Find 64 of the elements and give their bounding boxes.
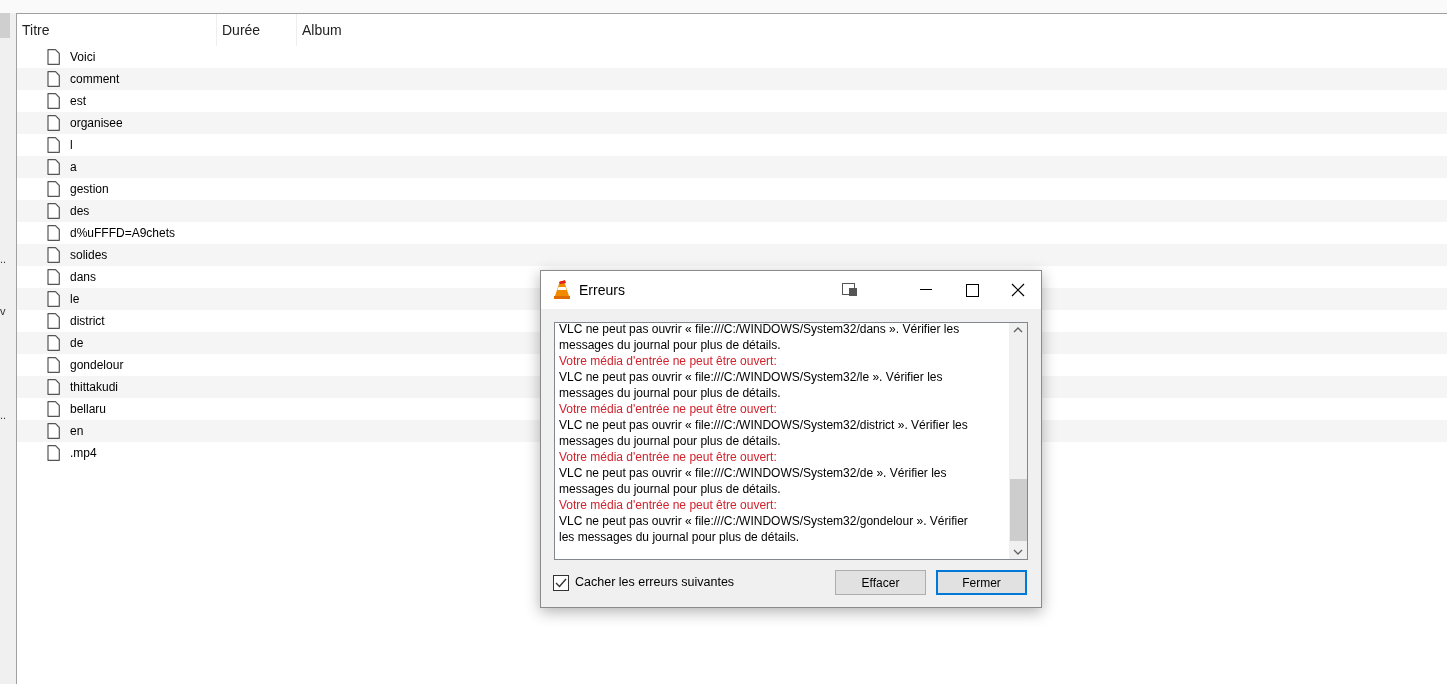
file-icon xyxy=(47,137,60,153)
file-icon xyxy=(47,423,60,439)
sidebar-label: .. xyxy=(0,253,7,265)
error-heading: Votre média d'entrée ne peut être ouvert: xyxy=(559,353,778,369)
track-title[interactable]: gestion xyxy=(70,180,109,198)
file-icon xyxy=(47,247,60,263)
sidebar-label: v xyxy=(0,305,6,317)
file-icon xyxy=(47,269,60,285)
error-message: VLC ne peut pas ouvrir « file:///C:/WINDOWS/System32/de ». Vérifier les messages du journal pour plus de détails. xyxy=(559,465,948,497)
track-title[interactable]: .mp4 xyxy=(70,444,97,462)
track-title[interactable]: bellaru xyxy=(70,400,107,418)
dialog-title: Erreurs xyxy=(579,280,625,300)
error-message: VLC ne peut pas ouvrir « file:///C:/WINDOWS/System32/district ». Vérifier les messages du journal pour plus de détails. xyxy=(559,417,969,449)
scroll-thumb[interactable] xyxy=(1009,479,1027,541)
track-title[interactable]: est xyxy=(70,92,86,110)
file-icon xyxy=(47,93,60,109)
track-title[interactable]: dans xyxy=(70,268,97,286)
track-title[interactable]: d%uFFFD=A9chets xyxy=(70,224,176,242)
error-heading: Votre média d'entrée ne peut être ouvert: xyxy=(559,449,778,465)
file-icon xyxy=(47,379,60,395)
column-header[interactable]: Titre xyxy=(17,14,217,46)
checkbox[interactable] xyxy=(553,574,569,591)
file-icon xyxy=(47,401,60,417)
track-title[interactable]: des xyxy=(70,202,90,220)
checkbox-label[interactable]: Cacher les erreurs suivantes xyxy=(575,573,735,592)
dialog-button[interactable]: Effacer xyxy=(835,570,926,595)
track-title[interactable]: de xyxy=(70,334,84,352)
file-icon xyxy=(47,357,60,373)
track-title[interactable]: a xyxy=(70,158,77,176)
track-title[interactable]: en xyxy=(70,422,84,440)
track-title[interactable]: district xyxy=(70,312,105,330)
file-icon xyxy=(47,313,60,329)
file-icon xyxy=(47,159,60,175)
file-icon xyxy=(47,335,60,351)
scroll-down-icon[interactable] xyxy=(1013,549,1023,555)
sidebar-label: .. xyxy=(0,409,7,421)
dialog-button[interactable]: Fermer xyxy=(936,570,1027,595)
file-icon xyxy=(47,181,60,197)
traffic-cone-icon xyxy=(553,280,571,300)
file-icon xyxy=(47,49,60,65)
track-title[interactable]: gondelour xyxy=(70,356,124,374)
file-icon xyxy=(47,115,60,131)
error-message: VLC ne peut pas ouvrir « file:///C:/WINDOWS/System32/dans ». Vérifier les messages du journal pour plus de détails. xyxy=(559,323,961,353)
column-header[interactable]: Album xyxy=(297,14,1447,46)
track-title[interactable]: comment xyxy=(70,70,120,88)
scrollbar[interactable] xyxy=(1009,323,1027,559)
track-title[interactable]: le xyxy=(70,290,80,308)
file-icon xyxy=(47,445,60,461)
error-heading: Votre média d'entrée ne peut être ouvert: xyxy=(559,401,778,417)
column-header[interactable]: Durée xyxy=(217,14,297,46)
file-icon xyxy=(47,225,60,241)
scroll-up-icon[interactable] xyxy=(1013,327,1023,333)
error-message: VLC ne peut pas ouvrir « file:///C:/WINDOWS/System32/gondelour ». Vérifier les messages du journal pour plus de détails. xyxy=(559,513,969,545)
track-title[interactable]: thittakudi xyxy=(70,378,119,396)
sidebar-handle[interactable] xyxy=(0,13,10,38)
track-title[interactable]: l xyxy=(70,136,73,154)
error-heading: Votre média d'entrée ne peut être ouvert: xyxy=(559,497,778,513)
file-icon xyxy=(47,71,60,87)
error-message: VLC ne peut pas ouvrir « file:///C:/WINDOWS/System32/le ». Vérifier les messages du journal pour plus de détails. xyxy=(559,369,944,401)
track-title[interactable]: Voici xyxy=(70,48,96,66)
file-icon xyxy=(47,291,60,307)
track-title[interactable]: solides xyxy=(70,246,108,264)
file-icon xyxy=(47,203,60,219)
track-title[interactable]: organisee xyxy=(70,114,123,132)
